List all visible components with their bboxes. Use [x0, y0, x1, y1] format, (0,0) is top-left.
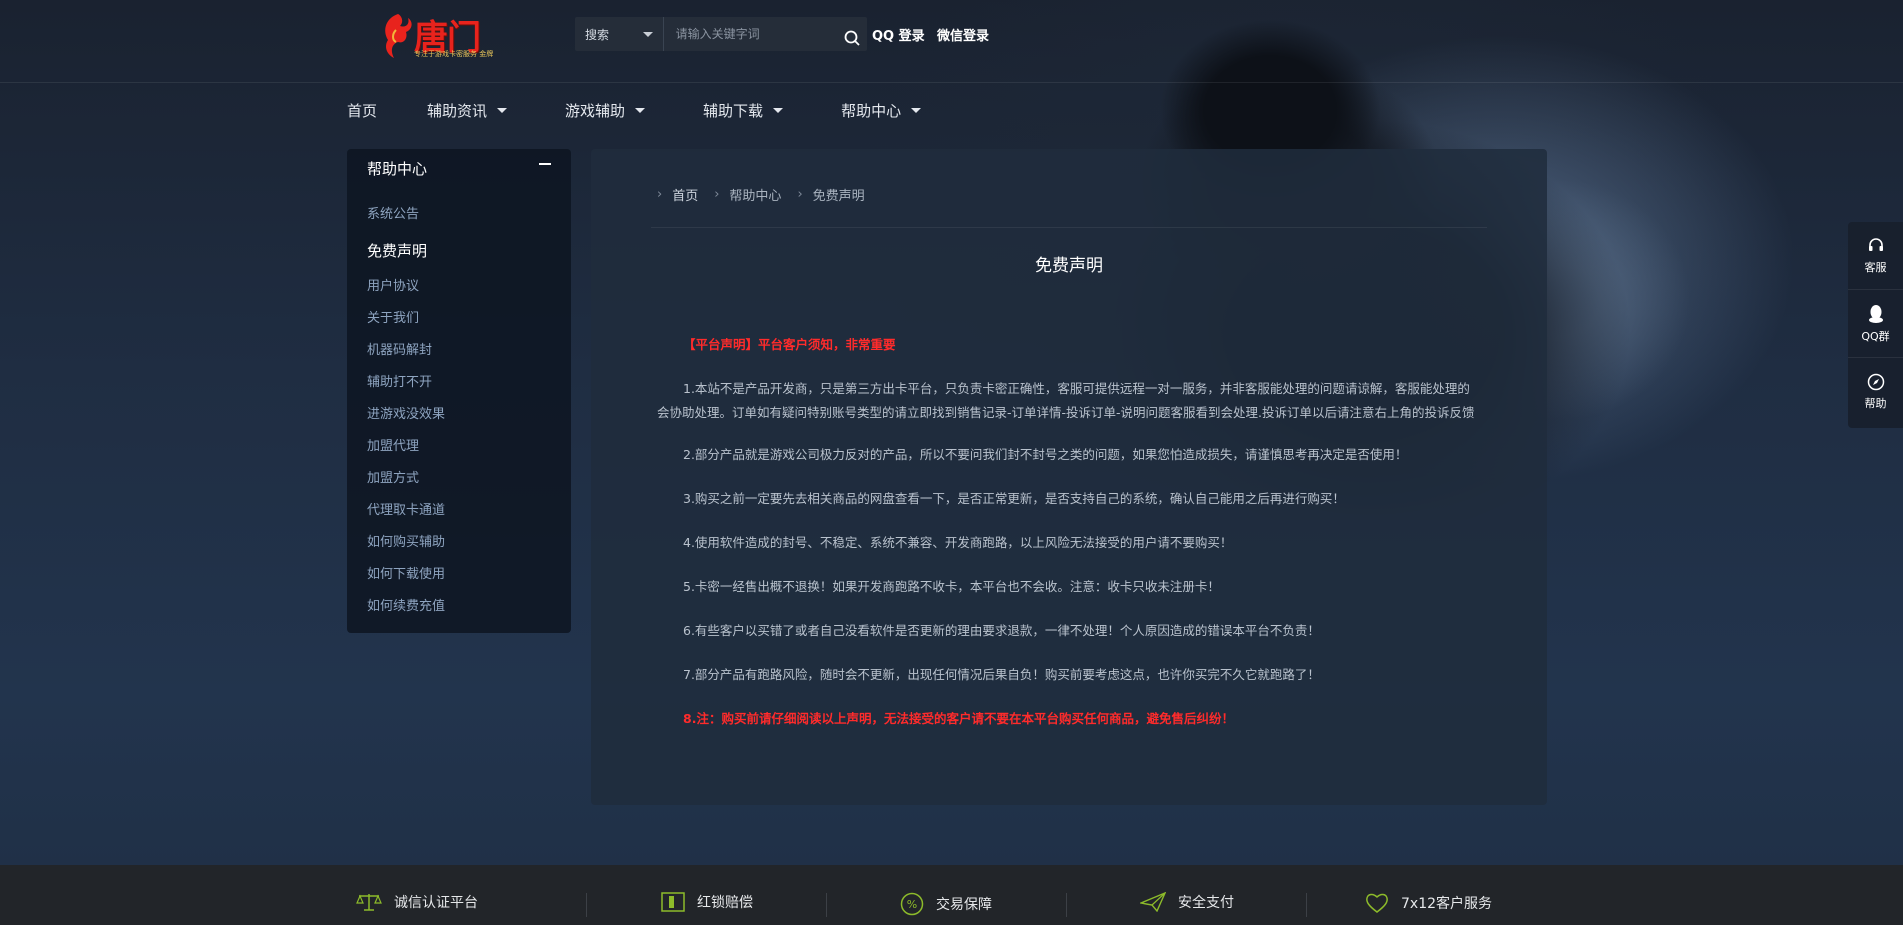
search-bar: 搜索 — [575, 17, 867, 51]
top-header: 唐门 专注于游戏卡密服务 金牌 搜索 QQ 登录 微信登录 — [0, 0, 1903, 83]
feature-label: 交易保障 — [936, 897, 992, 913]
svg-text:%: % — [907, 898, 917, 911]
chevron-right-icon: › — [797, 187, 803, 202]
nav-home-label: 首页 — [347, 101, 378, 120]
content-panel: › 首页 › 帮助中心 › 免费声明 免费声明 【平台声明】平台客户须知，非常重… — [591, 149, 1547, 805]
collapse-icon[interactable] — [539, 163, 551, 165]
float-label: QQ群 — [1861, 329, 1890, 343]
nav-item-news[interactable]: 辅助资讯 — [427, 100, 508, 121]
heart-icon — [1366, 893, 1388, 913]
feature-label: 7x12客户服务 — [1401, 896, 1493, 912]
article-paragraph: 2.部分产品就是游戏公司极力反对的产品，所以不要问我们封不封号之类的问题，如果您… — [683, 447, 1408, 462]
logo-tagline: 专注于游戏卡密服务 金牌 — [414, 50, 494, 58]
nav-item-downloads[interactable]: 辅助下载 — [703, 100, 784, 121]
sidebar-item-how-to-renew[interactable]: 如何续费充值 — [367, 591, 551, 623]
chevron-right-icon: › — [714, 187, 720, 202]
sidebar-item-agent-card-channel[interactable]: 代理取卡通道 — [367, 495, 551, 527]
sidebar-item-disclaimer[interactable]: 免费声明 — [367, 231, 551, 271]
feature-label: 诚信认证平台 — [394, 895, 478, 911]
nav-item-help-center[interactable]: 帮助中心 — [841, 100, 922, 121]
divider — [651, 227, 1487, 228]
nav-item-game-assist[interactable]: 游戏辅助 — [565, 100, 646, 121]
nav-label: 帮助中心 — [841, 101, 902, 120]
nav-label: 游戏辅助 — [565, 101, 626, 120]
article-paragraph: 3.购买之前一定要先去相关商品的网盘查看一下，是否正常更新，是否支持自己的系统，… — [683, 491, 1345, 506]
chevron-down-icon — [497, 107, 508, 113]
article-paragraph: 7.部分产品有跑路风险，随时会不更新，出现任何情况后果自负！购买前要考虑这点，也… — [683, 667, 1320, 682]
search-type-label: 搜索 — [585, 27, 610, 42]
float-label: 帮助 — [1864, 397, 1887, 410]
breadcrumb-help-center[interactable]: 帮助中心 — [729, 185, 781, 204]
breadcrumb-home[interactable]: 首页 — [672, 185, 698, 204]
paper-plane-icon — [1140, 892, 1166, 912]
sidebar-list: 系统公告 免费声明 用户协议 关于我们 机器码解封 辅助打不开 进游戏没效果 加… — [367, 199, 551, 623]
balance-scale-icon — [356, 894, 382, 911]
sidebar-item-cannot-open[interactable]: 辅助打不开 — [367, 367, 551, 399]
site-logo[interactable]: 唐门 专注于游戏卡密服务 金牌 — [378, 8, 494, 64]
article-paragraph: 【平台声明】平台客户须知，非常重要 — [683, 337, 896, 352]
lock-box-icon — [661, 892, 685, 912]
chevron-down-icon — [911, 107, 922, 113]
breadcrumb-current: 免费声明 — [812, 189, 865, 204]
search-icon — [844, 30, 860, 46]
breadcrumb: › 首页 › 帮助中心 › 免费声明 — [657, 185, 881, 204]
sidebar-item-about-us[interactable]: 关于我们 — [367, 303, 551, 335]
page-title: 免费声明 — [1035, 256, 1103, 276]
customer-service-button[interactable]: 客服 — [1848, 222, 1903, 290]
chevron-right-icon: › — [657, 187, 663, 202]
sidebar-item-agent-join[interactable]: 加盟代理 — [367, 431, 551, 463]
qq-login-link[interactable]: QQ 登录 — [872, 25, 925, 44]
help-sidebar: 帮助中心 系统公告 免费声明 用户协议 关于我们 机器码解封 辅助打不开 进游戏… — [347, 149, 571, 633]
sidebar-header[interactable]: 帮助中心 — [367, 159, 551, 178]
compass-icon — [1867, 373, 1884, 391]
feature-item: 红锁赔偿 — [661, 892, 753, 912]
help-button[interactable]: 帮助 — [1848, 358, 1903, 426]
qq-group-button[interactable]: QQ群 — [1848, 290, 1903, 358]
feature-item: % 交易保障 — [900, 892, 992, 916]
chevron-down-icon — [642, 31, 653, 37]
divider — [1306, 893, 1307, 917]
divider — [826, 893, 827, 917]
sidebar-item-how-to-buy[interactable]: 如何购买辅助 — [367, 527, 551, 559]
nav-label: 辅助下载 — [703, 101, 764, 120]
floating-toolbar: 客服 QQ群 帮助 — [1848, 222, 1903, 428]
float-label: 客服 — [1864, 260, 1887, 274]
article-paragraph: 1.本站不是产品开发商，只是第三方出卡平台，只负责卡密正确性，客服可提供远程一对… — [657, 381, 1475, 420]
article-paragraph: 4.使用软件造成的封号、不稳定、系统不兼容、开发商跑路，以上风险无法接受的用户请… — [683, 535, 1233, 550]
footer-features: 诚信认证平台 红锁赔偿 % 交易保障 安全支付 7x12客户服务 — [0, 865, 1903, 925]
qq-penguin-icon — [1868, 304, 1883, 323]
search-type-select[interactable]: 搜索 — [575, 17, 664, 51]
feature-label: 安全支付 — [1178, 895, 1234, 911]
article-paragraph: 8.注：购买前请仔细阅读以上声明，无法接受的客户请不要在本平台购买任何商品，避免… — [683, 711, 1234, 726]
percent-circle-icon: % — [900, 892, 924, 916]
nav-item-home[interactable]: 首页 — [347, 100, 377, 121]
feature-label: 红锁赔偿 — [697, 895, 753, 911]
main-nav: 首页 辅助资讯 游戏辅助 辅助下载 帮助中心 — [347, 98, 961, 122]
search-input[interactable] — [663, 17, 838, 51]
feature-item: 安全支付 — [1140, 892, 1234, 912]
sidebar-item-system-notice[interactable]: 系统公告 — [367, 199, 551, 231]
search-button[interactable] — [838, 21, 867, 55]
sidebar-item-machine-code-unban[interactable]: 机器码解封 — [367, 335, 551, 367]
sidebar-item-user-agreement[interactable]: 用户协议 — [367, 271, 551, 303]
article-paragraph: 6.有些客户以买错了或者自己没看软件是否更新的理由要求退款，一律不处理！个人原因… — [683, 623, 1320, 638]
dragon-logo-icon — [385, 14, 412, 58]
article-body: 【平台声明】平台客户须知，非常重要 1.本站不是产品开发商，只是第三方出卡平台，… — [657, 333, 1477, 751]
nav-label: 辅助资讯 — [427, 101, 488, 120]
chevron-down-icon — [635, 107, 646, 113]
sidebar-item-no-effect[interactable]: 进游戏没效果 — [367, 399, 551, 431]
divider — [586, 893, 587, 917]
feature-item: 7x12客户服务 — [1365, 892, 1492, 914]
sidebar-item-how-to-download[interactable]: 如何下载使用 — [367, 559, 551, 591]
divider — [1066, 893, 1067, 917]
feature-item: 诚信认证平台 — [356, 892, 478, 912]
sidebar-title: 帮助中心 — [367, 159, 428, 178]
chevron-down-icon — [773, 107, 784, 113]
article-paragraph: 5.卡密一经售出概不退换！如果开发商跑路不收卡，本平台也不会收。注意：收卡只收未… — [683, 579, 1220, 594]
sidebar-item-join-method[interactable]: 加盟方式 — [367, 463, 551, 495]
headset-icon — [1868, 237, 1883, 251]
wechat-login-link[interactable]: 微信登录 — [937, 25, 989, 44]
